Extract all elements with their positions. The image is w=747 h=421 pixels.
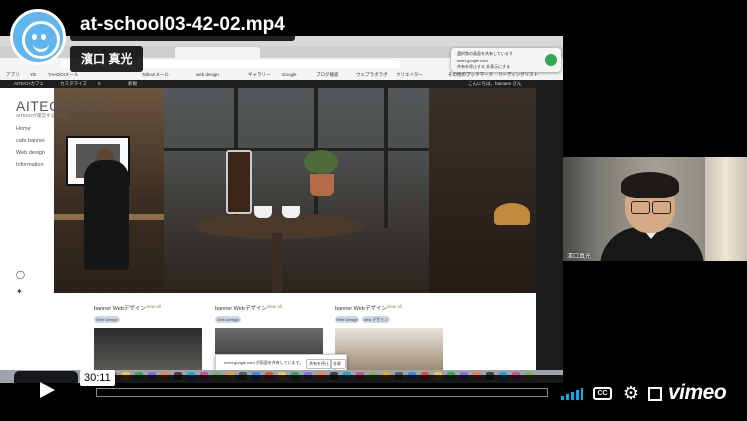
meet-icon bbox=[545, 54, 557, 66]
popup-message: meet.google.com が画面を共有しています。 bbox=[224, 360, 304, 365]
screen-share: アプリ YB TAHOOIメール Tahoo!メール web design ギャ… bbox=[0, 36, 563, 383]
instagram-icon: ◯ bbox=[16, 270, 25, 279]
bookmark-item: アプリ bbox=[6, 72, 20, 77]
video-title[interactable]: at-school03-42-02.mp4 bbox=[70, 9, 295, 41]
card-title: banner Webデザイン bbox=[335, 306, 387, 312]
site-subtitle: AITECHが運営するカフェ bbox=[16, 113, 69, 118]
wp-admin-bar: AITECHカフェ カスタマイズ 0 新規 こんにちは、hamaen さん bbox=[0, 80, 536, 88]
play-button[interactable] bbox=[14, 371, 78, 409]
stop-sharing-button: 共有を停止 bbox=[306, 359, 332, 369]
portfolio-card: banner Webデザイン view all Web Design bbox=[94, 304, 202, 370]
card-title: banner Webデザイン bbox=[215, 306, 267, 312]
wp-site-name: AITECHカフェ bbox=[14, 81, 45, 86]
time-display: 30:11 bbox=[80, 370, 115, 386]
notification-line: 共有を停止する 非表示にする bbox=[457, 64, 511, 69]
nav-item-home: Home bbox=[16, 126, 31, 132]
wp-customize: カスタマイズ bbox=[60, 81, 87, 86]
card-tag: view all bbox=[387, 304, 402, 309]
card-pill: web デザイン bbox=[362, 316, 390, 323]
wp-greeting: こんにちは、hamaen さん bbox=[468, 81, 522, 86]
bookmark-item: Google bbox=[282, 72, 297, 77]
bookmark-item: TAHOOIメール bbox=[48, 72, 79, 77]
wp-count: 0 bbox=[98, 81, 101, 86]
notification-line: meet.google.com bbox=[457, 58, 488, 63]
bookmark-item: リーディングリスト bbox=[498, 72, 539, 77]
bookmark-item: ギャラリー bbox=[248, 72, 271, 77]
wp-new: 新規 bbox=[128, 81, 137, 86]
bookmark-item: YB bbox=[30, 72, 37, 77]
smiley-icon bbox=[22, 21, 60, 59]
webcam-tile: 濱口真光 bbox=[563, 157, 747, 261]
bookmark-item: web design bbox=[196, 72, 219, 77]
nav-item-information: Information bbox=[16, 162, 44, 168]
bookmark-item: ブログ検索 bbox=[316, 72, 339, 77]
bookmark-item: Tahoo!メール bbox=[142, 72, 170, 77]
vimeo-logo[interactable]: vimeo bbox=[668, 381, 727, 405]
closed-captions-icon[interactable]: CC bbox=[593, 387, 612, 400]
play-icon bbox=[40, 382, 55, 398]
bookmark-item: その他のブックマーク bbox=[448, 72, 493, 77]
notification-line: 選択肢の画面を共有しています bbox=[457, 51, 513, 56]
card-tag: view all bbox=[146, 304, 161, 309]
card-image bbox=[335, 328, 443, 370]
nav-item-web-design: Web design bbox=[16, 150, 45, 156]
hero-photo bbox=[54, 88, 536, 293]
browser-tab-active bbox=[175, 47, 260, 58]
webcam-name-label: 濱口真光 bbox=[567, 254, 592, 260]
side-panel bbox=[536, 80, 563, 370]
gear-icon[interactable]: ⚙ bbox=[622, 384, 640, 402]
twitter-icon: ✦ bbox=[16, 287, 23, 296]
share-notification: 選択肢の画面を共有しています meet.google.com 共有を停止する 非… bbox=[451, 48, 561, 72]
card-pill: Web Design bbox=[215, 316, 241, 323]
site-nav: Home cafe banner Web design Information bbox=[16, 126, 45, 174]
bookmark-item: ウェブラボラボ bbox=[356, 72, 388, 77]
portfolio-card: banner Webデザイン view all Web Design web デ… bbox=[335, 304, 443, 370]
bookmark-item: クリエイター bbox=[396, 72, 423, 77]
fullscreen-icon[interactable] bbox=[648, 387, 662, 401]
video-byline[interactable]: 濱口 真光 bbox=[70, 46, 144, 72]
user-avatar[interactable] bbox=[10, 9, 66, 65]
website-preview: AITECHカフェ AITECHが運営するカフェ Home cafe banne… bbox=[0, 88, 536, 374]
card-image bbox=[94, 328, 202, 370]
card-title: banner Webデザイン bbox=[94, 306, 146, 312]
nav-item-cafe-banner: cafe banner bbox=[16, 138, 46, 144]
card-tag: view all bbox=[267, 304, 282, 309]
card-pill: Web Design bbox=[335, 316, 359, 323]
progress-bar[interactable] bbox=[96, 388, 548, 397]
volume-icon[interactable] bbox=[561, 388, 583, 400]
hide-button: 非表示 bbox=[330, 359, 346, 374]
card-pill: Web Design bbox=[94, 316, 120, 323]
